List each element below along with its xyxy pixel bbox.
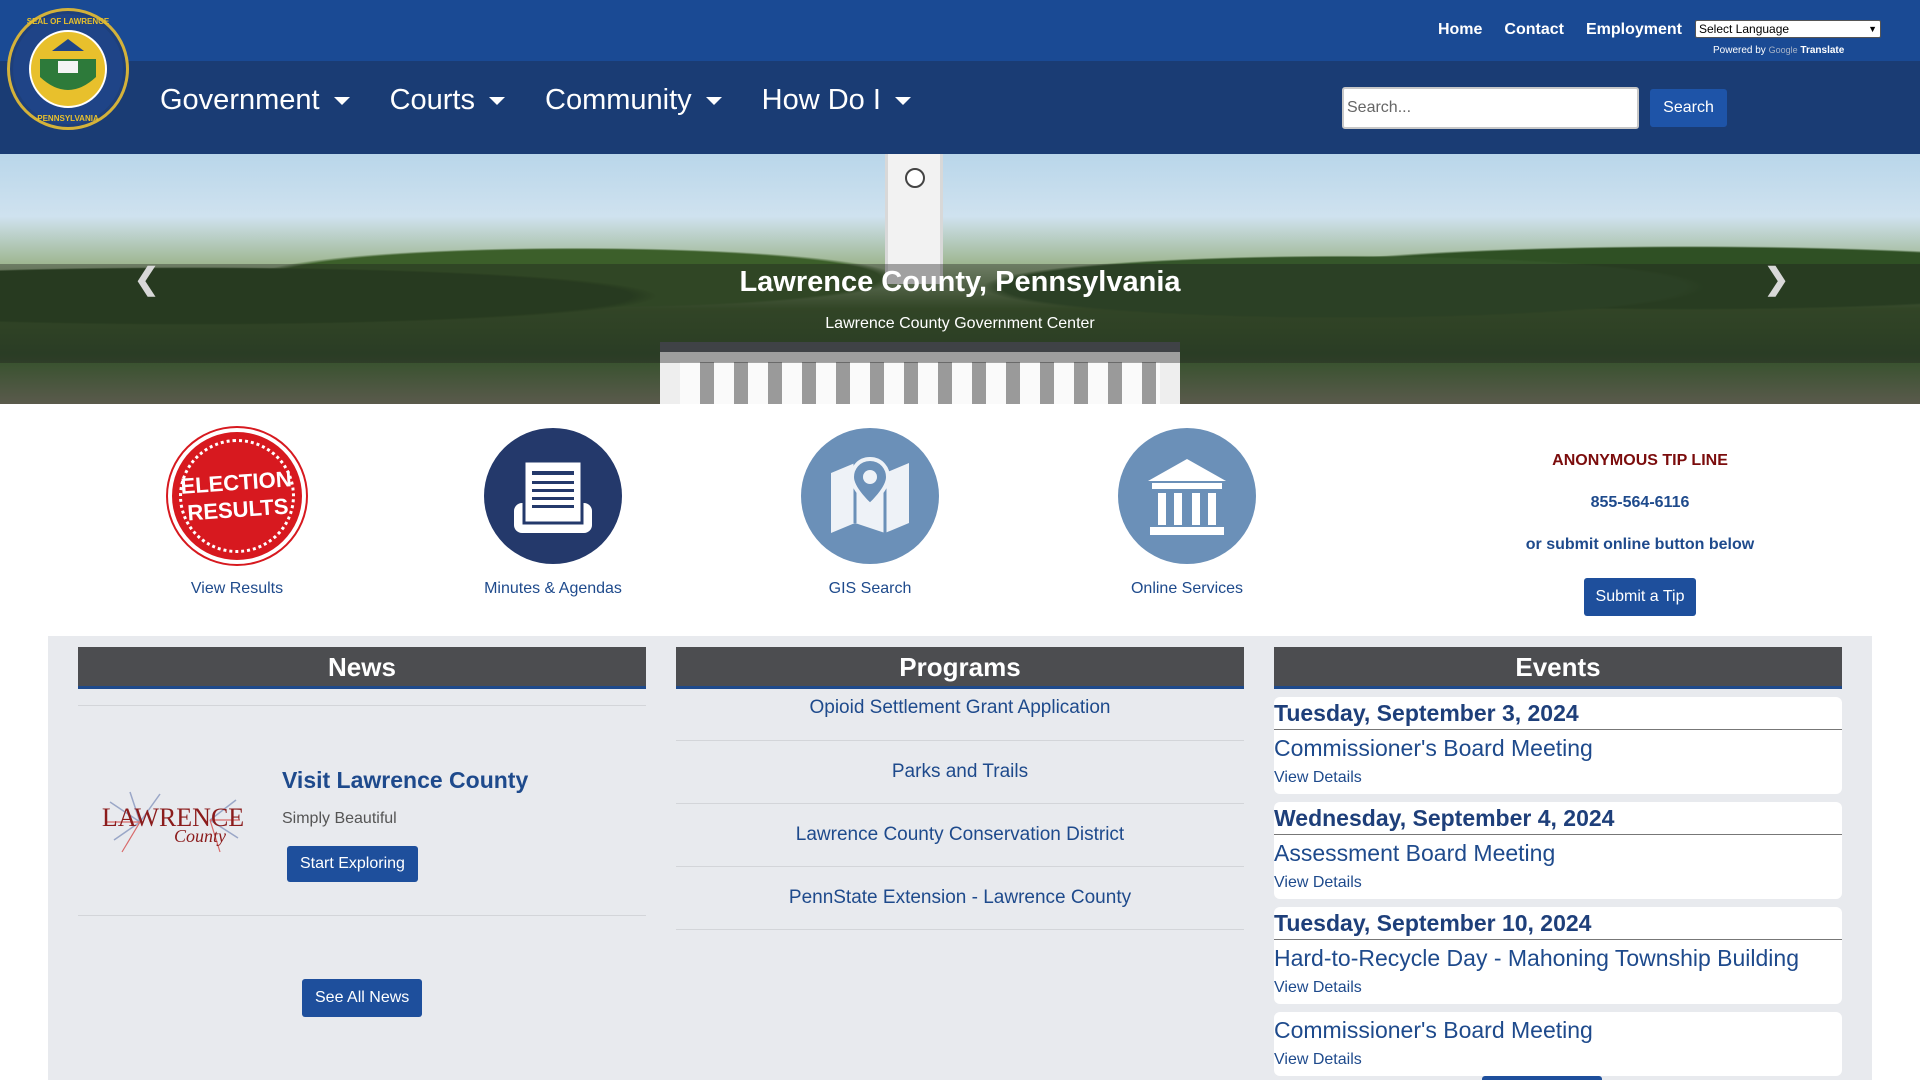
election-badge-line2: RESULTS bbox=[186, 493, 290, 526]
main-nav: Government Courts Community How Do I bbox=[160, 84, 951, 117]
event-details-link[interactable]: View Details bbox=[1274, 766, 1842, 794]
gis-search-link[interactable]: GIS Search bbox=[770, 580, 970, 598]
event-details-link[interactable]: View Details bbox=[1274, 1048, 1842, 1076]
google-translate-credit: Powered by Google Translate bbox=[1713, 45, 1844, 56]
news-divider bbox=[78, 915, 646, 916]
tip-line-note: or submit online button below bbox=[1525, 536, 1755, 553]
event-date: Wednesday, September 4, 2024 bbox=[1274, 802, 1842, 835]
quick-link-minutes[interactable]: Minutes & Agendas bbox=[453, 428, 653, 598]
nav-community-label: Community bbox=[545, 84, 692, 116]
svg-text:SEAL OF LAWRENCE: SEAL OF LAWRENCE bbox=[27, 17, 110, 26]
news-heading: News bbox=[78, 647, 646, 689]
hero-title: Lawrence County, Pennsylvania bbox=[739, 266, 1181, 298]
language-select[interactable]: Select Language ▼ bbox=[1695, 20, 1881, 38]
election-badge: ELECTION RESULTS bbox=[175, 435, 299, 557]
powered-by-text: Powered by bbox=[1713, 45, 1766, 56]
minutes-agendas-link[interactable]: Minutes & Agendas bbox=[453, 580, 653, 598]
nav-how-do-i[interactable]: How Do I bbox=[762, 84, 911, 117]
program-link-pennstate[interactable]: PennState Extension - Lawrence County bbox=[676, 867, 1244, 930]
employment-link[interactable]: Employment bbox=[1586, 21, 1682, 39]
map-glyph bbox=[831, 456, 909, 533]
chevron-down-icon: ▼ bbox=[1868, 24, 1877, 34]
program-link-opioid[interactable]: Opioid Settlement Grant Application bbox=[676, 689, 1244, 741]
see-all-events-button[interactable] bbox=[1482, 1076, 1602, 1080]
document-icon bbox=[484, 428, 622, 564]
fireworks-logo-icon: LAWRENCE County bbox=[102, 791, 244, 853]
program-link-parks[interactable]: Parks and Trails bbox=[676, 741, 1244, 804]
news-item-title[interactable]: Visit Lawrence County bbox=[282, 767, 528, 794]
event-card: Tuesday, September 3, 2024 Commissioner'… bbox=[1274, 697, 1842, 794]
nav-courts[interactable]: Courts bbox=[390, 84, 505, 117]
home-link[interactable]: Home bbox=[1438, 21, 1482, 39]
nav-government[interactable]: Government bbox=[160, 84, 350, 117]
event-details-link[interactable]: View Details bbox=[1274, 871, 1842, 899]
quick-link-gis[interactable]: GIS Search bbox=[770, 428, 970, 598]
tip-line-phone[interactable]: 855-564-6116 bbox=[1440, 494, 1840, 512]
quick-link-election[interactable]: ELECTION RESULTS View Results bbox=[137, 428, 337, 598]
news-column: News bbox=[78, 647, 646, 689]
event-title[interactable]: Hard-to-Recycle Day - Mahoning Township … bbox=[1274, 940, 1842, 976]
lawrence-county-logo: LAWRENCE County bbox=[100, 782, 246, 862]
caret-down-icon bbox=[705, 96, 722, 105]
contact-link[interactable]: Contact bbox=[1504, 21, 1564, 39]
quick-link-online-services[interactable]: Online Services bbox=[1087, 428, 1287, 598]
caret-down-icon bbox=[333, 96, 350, 105]
event-details-link[interactable]: View Details bbox=[1274, 976, 1842, 1004]
event-card: Wednesday, September 4, 2024 Assessment … bbox=[1274, 802, 1842, 899]
seal-icon: SEAL OF LAWRENCE PENNSYLVANIA bbox=[13, 14, 123, 124]
online-services-link[interactable]: Online Services bbox=[1087, 580, 1287, 598]
clock-icon bbox=[905, 168, 925, 188]
program-link-conservation[interactable]: Lawrence County Conservation District bbox=[676, 804, 1244, 867]
event-date: Tuesday, September 3, 2024 bbox=[1274, 697, 1842, 730]
translate-link[interactable]: Translate bbox=[1800, 45, 1844, 56]
event-card: Tuesday, September 10, 2024 Hard-to-Recy… bbox=[1274, 907, 1842, 1004]
event-date: Tuesday, September 10, 2024 bbox=[1274, 907, 1842, 940]
logo-text-county: County bbox=[174, 826, 226, 846]
hero-columns bbox=[680, 362, 1160, 404]
caret-down-icon bbox=[489, 96, 505, 105]
document-glyph bbox=[514, 459, 592, 533]
events-column: Events Tuesday, September 3, 2024 Commis… bbox=[1274, 647, 1842, 1076]
submit-tip-button[interactable]: Submit a Tip bbox=[1583, 578, 1697, 616]
search-button[interactable]: Search bbox=[1650, 89, 1727, 127]
language-select-value: Select Language bbox=[1699, 22, 1790, 36]
see-all-news-button[interactable]: See All News bbox=[302, 979, 423, 1017]
nav-community[interactable]: Community bbox=[545, 84, 722, 117]
programs-heading: Programs bbox=[676, 647, 1244, 689]
event-title[interactable]: Assessment Board Meeting bbox=[1274, 835, 1842, 871]
courthouse-icon bbox=[1118, 428, 1256, 564]
event-title[interactable]: Commissioner's Board Meeting bbox=[1274, 1012, 1842, 1048]
programs-column: Programs Opioid Settlement Grant Applica… bbox=[676, 647, 1244, 930]
top-links: Home Contact Employment bbox=[1438, 21, 1682, 39]
tip-line: ANONYMOUS TIP LINE 855-564-6116 or submi… bbox=[1440, 452, 1840, 616]
view-results-link[interactable]: View Results bbox=[137, 580, 337, 598]
start-exploring-button[interactable]: Start Exploring bbox=[287, 846, 418, 882]
news-divider bbox=[78, 705, 646, 706]
nav-government-label: Government bbox=[160, 84, 320, 116]
caret-down-icon bbox=[894, 96, 911, 105]
courthouse-glyph bbox=[1148, 459, 1226, 535]
search-input[interactable] bbox=[1342, 87, 1639, 129]
nav-how-do-i-label: How Do I bbox=[761, 84, 881, 116]
nav-courts-label: Courts bbox=[389, 84, 475, 116]
event-title[interactable]: Commissioner's Board Meeting bbox=[1274, 730, 1842, 766]
tip-line-title: ANONYMOUS TIP LINE bbox=[1552, 452, 1728, 469]
svg-text:PENNSYLVANIA: PENNSYLVANIA bbox=[37, 114, 99, 123]
news-item-subtitle: Simply Beautiful bbox=[282, 810, 397, 827]
hero-subtitle: Lawrence County Government Center bbox=[825, 315, 1095, 332]
google-logo-text: Google bbox=[1768, 45, 1798, 55]
events-heading: Events bbox=[1274, 647, 1842, 689]
programs-list: Opioid Settlement Grant Application Park… bbox=[676, 689, 1244, 930]
county-seal-logo[interactable]: SEAL OF LAWRENCE PENNSYLVANIA bbox=[7, 8, 129, 130]
map-pin-icon bbox=[801, 428, 939, 564]
event-card: Commissioner's Board Meeting View Detail… bbox=[1274, 1012, 1842, 1076]
election-results-icon: ELECTION RESULTS bbox=[168, 428, 306, 564]
